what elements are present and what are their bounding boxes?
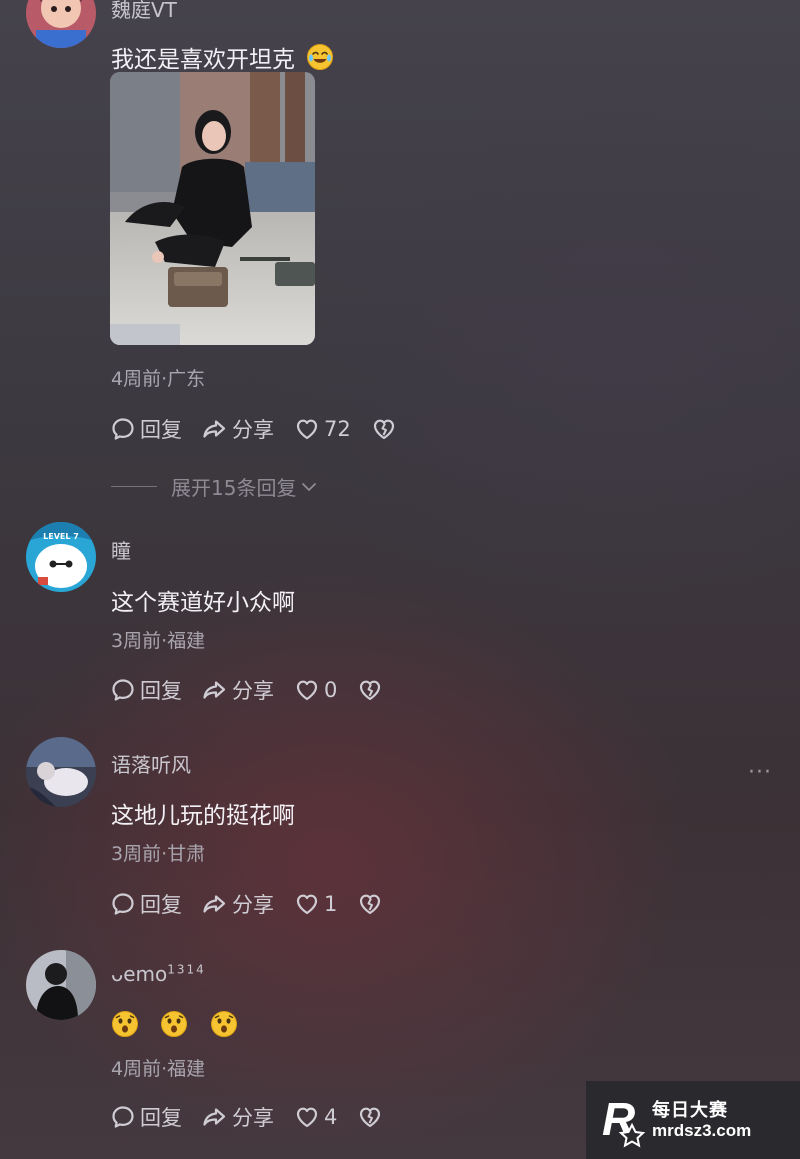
like-button[interactable]: 0 — [294, 677, 337, 703]
avatar-image — [26, 737, 96, 807]
broken-heart-icon — [357, 891, 383, 917]
comment-text: 这地儿玩的挺花啊 — [111, 803, 295, 829]
comment-item: 语落听风 这地儿玩的挺花啊 3周前·甘肃 回复 分享 1 — [0, 734, 800, 934]
like-button[interactable]: 72 — [294, 416, 351, 442]
comment-text — [111, 1010, 252, 1038]
reply-button[interactable]: 回复 — [110, 414, 182, 444]
share-icon — [202, 891, 228, 917]
avatar[interactable] — [26, 950, 96, 1020]
share-button[interactable]: 分享 — [202, 889, 274, 919]
avatar[interactable] — [26, 0, 96, 48]
reply-icon — [110, 416, 136, 442]
site-watermark: R 每日大赛 mrdsz3.com — [586, 1081, 800, 1159]
username-superscript: 1314 — [167, 962, 206, 977]
like-button[interactable]: 1 — [294, 891, 337, 917]
comment-meta: 3周前·甘肃 — [111, 843, 206, 865]
surprised-emoji-icon — [210, 1010, 238, 1038]
like-count: 72 — [324, 417, 351, 441]
username[interactable]: 魏庭VT — [111, 0, 177, 23]
surprised-emoji-icon — [160, 1010, 188, 1038]
avatar-image: LEVEL 7 — [26, 522, 96, 592]
like-button[interactable]: 4 — [294, 1104, 337, 1130]
like-count: 0 — [324, 678, 338, 702]
reply-button[interactable]: 回复 — [110, 675, 182, 705]
heart-icon — [294, 891, 320, 917]
reply-icon — [110, 677, 136, 703]
comment-meta: 4周前·福建 — [111, 1058, 206, 1080]
reply-button[interactable]: 回复 — [110, 889, 182, 919]
comment-actions: 回复 分享 4 — [110, 1102, 403, 1132]
share-label: 分享 — [232, 1106, 274, 1130]
heart-icon — [294, 677, 320, 703]
dislike-button[interactable] — [371, 416, 397, 442]
avatar-image — [26, 0, 96, 48]
username[interactable]: 语落听风 — [111, 749, 191, 778]
like-count: 1 — [324, 892, 338, 916]
reply-label: 回复 — [140, 418, 182, 442]
heart-icon — [294, 1104, 320, 1130]
comment-text: 我还是喜欢开坦克 — [111, 40, 334, 74]
svg-text:LEVEL 7: LEVEL 7 — [43, 532, 79, 541]
broken-heart-icon — [357, 1104, 383, 1130]
reply-icon — [110, 1104, 136, 1130]
comment-text: 这个赛道好小众啊 — [111, 590, 295, 616]
like-count: 4 — [324, 1105, 338, 1129]
comment-meta: 4周前·广东 — [111, 368, 206, 390]
reply-label: 回复 — [140, 1106, 182, 1130]
avatar-image — [26, 950, 96, 1020]
comment-meta: 3周前·福建 — [111, 630, 206, 652]
chevron-down-icon — [302, 482, 317, 491]
comment-image[interactable] — [110, 72, 315, 345]
reply-icon — [110, 891, 136, 917]
heart-icon — [294, 416, 320, 442]
share-label: 分享 — [232, 418, 274, 442]
reply-label: 回复 — [140, 679, 182, 703]
avatar[interactable]: LEVEL 7 — [26, 522, 96, 592]
dislike-button[interactable] — [357, 677, 383, 703]
share-icon — [202, 416, 228, 442]
dislike-button[interactable] — [357, 891, 383, 917]
more-options-button[interactable]: ··· — [748, 760, 772, 785]
divider-line — [111, 486, 157, 487]
watermark-url: mrdsz3.com — [652, 1121, 752, 1140]
share-icon — [202, 677, 228, 703]
share-icon — [202, 1104, 228, 1130]
watermark-logo-icon: R — [602, 1093, 646, 1148]
comment-actions: 回复 分享 72 — [110, 414, 417, 444]
share-button[interactable]: 分享 — [202, 1102, 274, 1132]
comment-item: LEVEL 7 瞳 这个赛道好小众啊 3周前·福建 回复 分享 0 — [0, 520, 800, 720]
comment-actions: 回复 分享 0 — [110, 675, 403, 705]
comment-text-content: 我还是喜欢开坦克 — [111, 47, 295, 73]
comment-actions: 回复 分享 1 — [110, 889, 403, 919]
watermark-title: 每日大赛 — [652, 1100, 728, 1121]
broken-heart-icon — [357, 677, 383, 703]
comment-item: 魏庭VT 我还是喜欢开坦克 4周前·广东 回复 分享 72 展开15条回复 — [0, 0, 800, 500]
share-label: 分享 — [232, 679, 274, 703]
expand-replies-label: 展开15条回复 — [171, 476, 297, 500]
surprised-emoji-icon — [111, 1010, 139, 1038]
broken-heart-icon — [371, 416, 397, 442]
share-button[interactable]: 分享 — [202, 414, 274, 444]
tank-photo-image — [110, 72, 315, 345]
avatar[interactable] — [26, 737, 96, 807]
share-button[interactable]: 分享 — [202, 675, 274, 705]
username[interactable]: ᴗemo1314 — [111, 962, 206, 986]
reply-button[interactable]: 回复 — [110, 1102, 182, 1132]
expand-replies-button[interactable]: 展开15条回复 — [111, 472, 318, 501]
reply-label: 回复 — [140, 893, 182, 917]
dislike-button[interactable] — [357, 1104, 383, 1130]
share-label: 分享 — [232, 893, 274, 917]
laughing-tears-emoji-icon — [307, 44, 334, 70]
username[interactable]: 瞳 — [111, 535, 131, 564]
username-text: ᴗemo — [111, 962, 168, 986]
